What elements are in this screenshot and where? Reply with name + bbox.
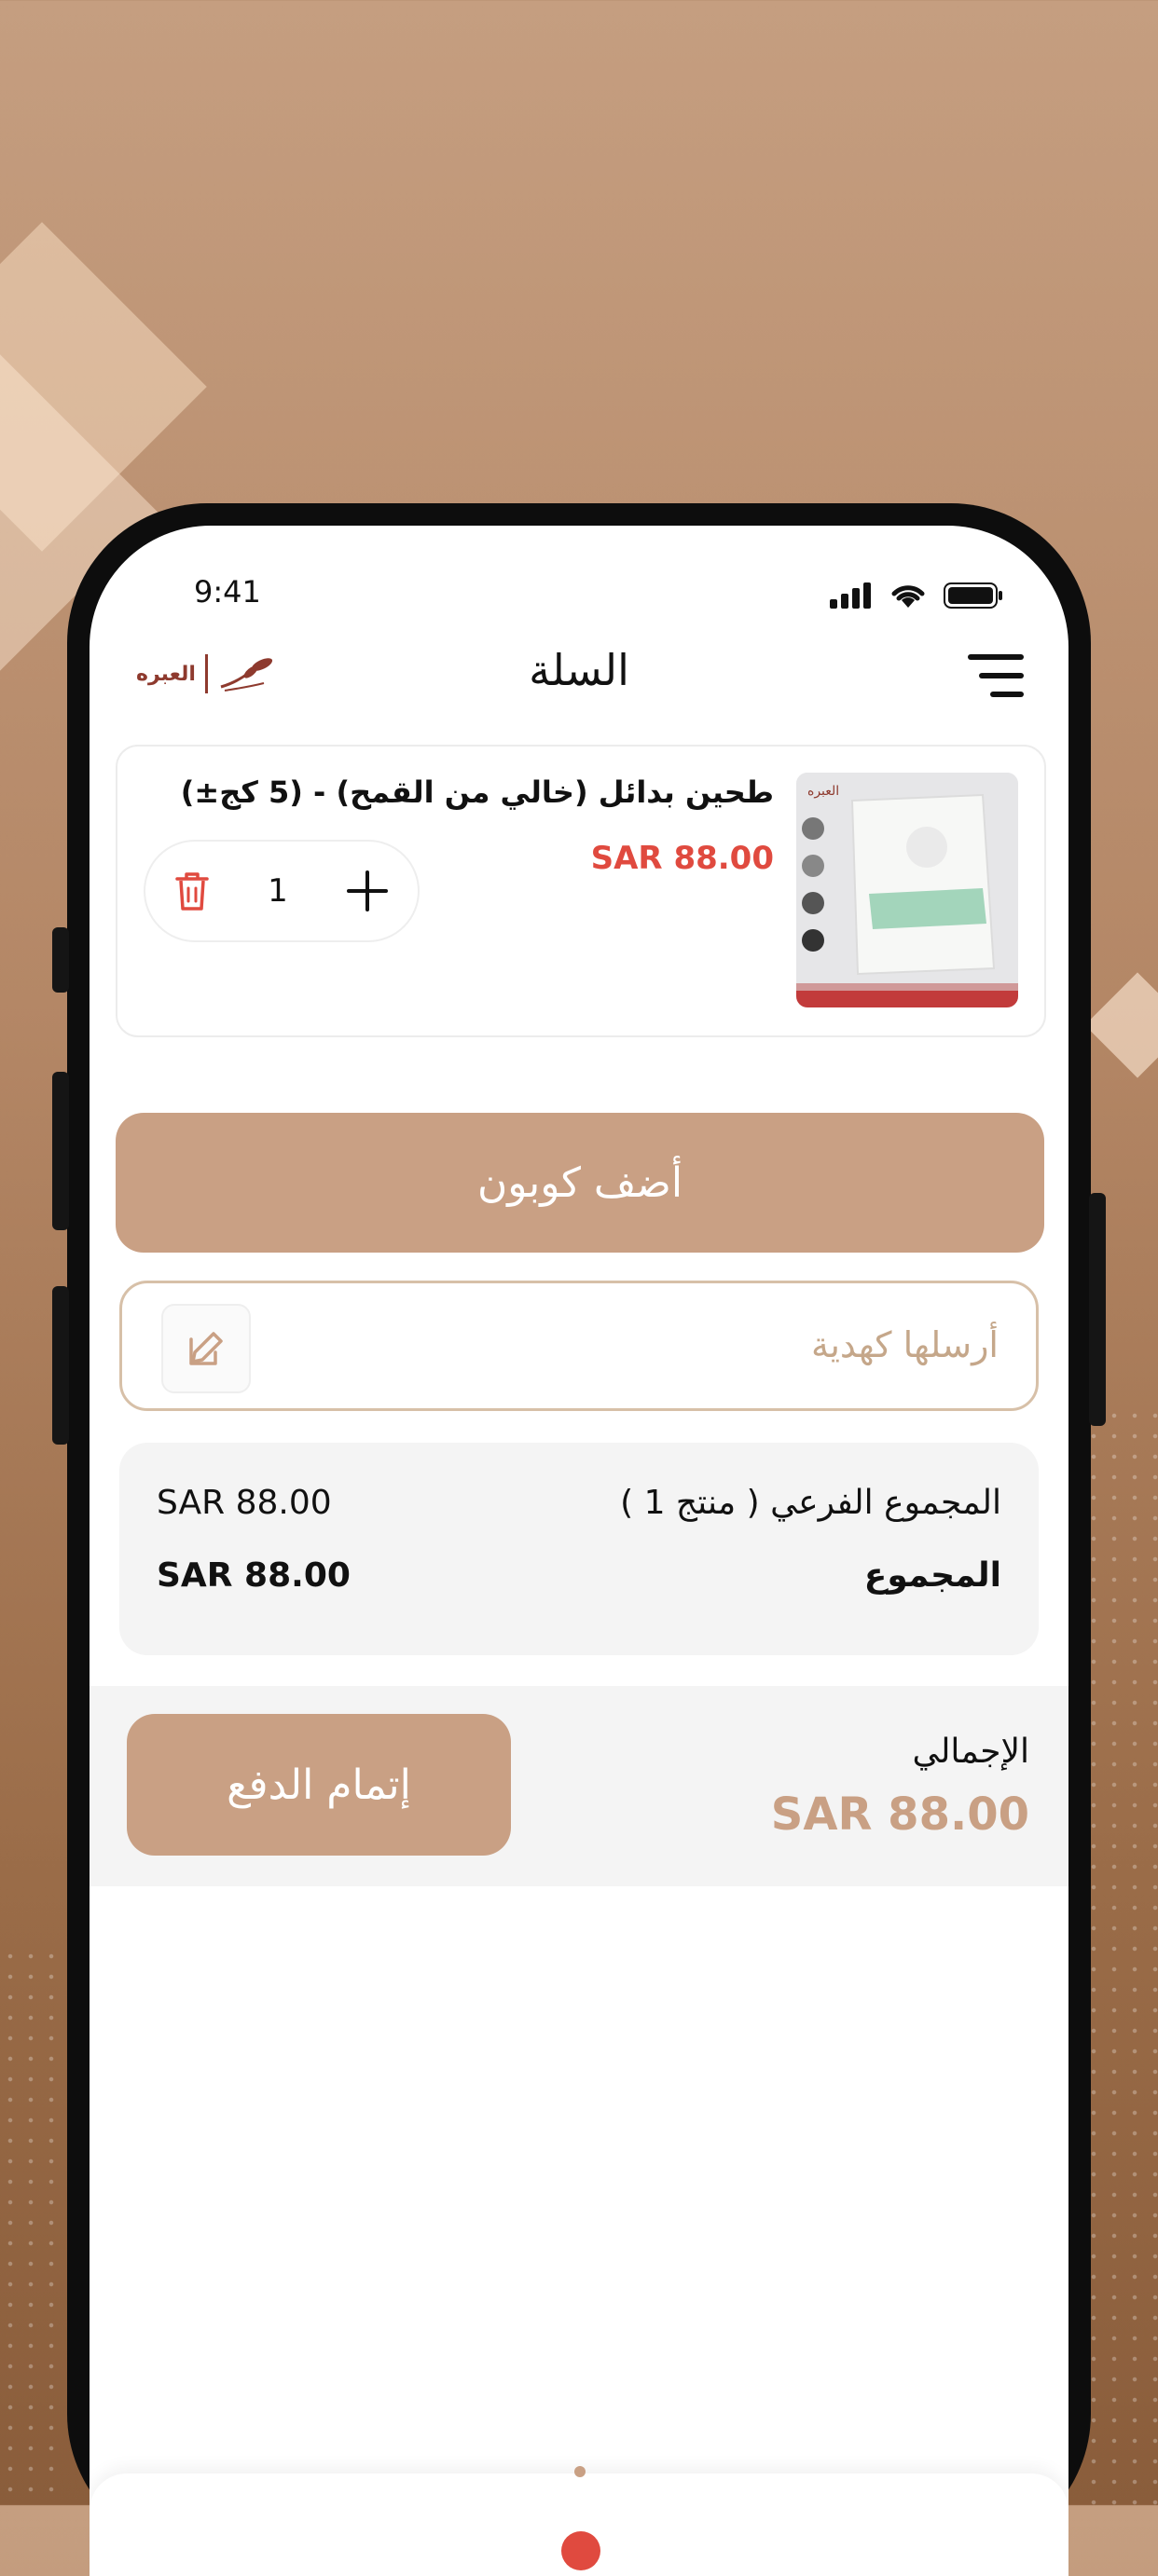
subtotal-value: SAR 88.00 <box>157 1484 332 1522</box>
checkout-button[interactable]: إتمام الدفع <box>127 1714 511 1856</box>
wifi-icon <box>891 585 925 608</box>
phone-frame: 9:41 العبره السلة العبره طحين بدائل (خال… <box>52 503 1106 2576</box>
background-dots <box>1083 1405 1158 2505</box>
svg-text:العبره: العبره <box>807 784 839 799</box>
bottom-tab-bar <box>90 2466 1068 2576</box>
trash-icon[interactable] <box>173 870 211 912</box>
flour-bag-image: العبره <box>796 773 1018 1007</box>
signal-icon <box>830 582 871 609</box>
edit-icon[interactable] <box>161 1304 251 1393</box>
background-dots <box>0 1946 65 2505</box>
product-price: SAR 88.00 <box>590 840 774 877</box>
grand-total-value: SAR 88.00 <box>770 1788 1029 1841</box>
product-name[interactable]: طحين بدائل (خالي من القمح) - (5 كج±) <box>181 774 774 810</box>
total-label: المجموع <box>863 1556 1001 1595</box>
phone-side-button <box>52 1286 69 1445</box>
add-coupon-button[interactable]: أضف كوبون <box>116 1113 1044 1253</box>
battery-icon <box>944 582 1002 609</box>
phone-side-button <box>1089 1193 1106 1426</box>
order-summary: SAR 88.00 المجموع الفرعي ( منتج 1 ) SAR … <box>119 1443 1039 1655</box>
status-time: 9:41 <box>194 574 261 610</box>
cart-item-card: العبره طحين بدائل (خالي من القمح) - (5 ك… <box>116 745 1046 1037</box>
grand-total-label: الإجمالي <box>912 1733 1029 1771</box>
page-title: السلة <box>529 645 629 695</box>
send-as-gift-field[interactable]: أرسلها كهدية <box>119 1281 1039 1411</box>
tab-indicator <box>574 2466 586 2477</box>
gift-field-label: أرسلها كهدية <box>810 1324 999 1365</box>
status-bar: 9:41 <box>90 574 1068 621</box>
app-screen: 9:41 العبره السلة العبره طحين بدائل (خال… <box>90 526 1068 2576</box>
subtotal-label: المجموع الفرعي ( منتج 1 ) <box>620 1484 1001 1522</box>
product-image[interactable]: العبره <box>796 773 1018 1007</box>
tab-icon[interactable] <box>561 2531 600 2570</box>
top-nav: العبره السلة <box>90 637 1068 712</box>
menu-icon[interactable] <box>968 654 1024 699</box>
subtotal-row: SAR 88.00 المجموع الفرعي ( منتج 1 ) <box>157 1484 1001 1522</box>
quantity-value: 1 <box>268 872 288 910</box>
quantity-stepper: 1 <box>144 840 420 942</box>
phone-side-button <box>52 927 69 993</box>
plus-icon[interactable] <box>345 869 390 913</box>
total-value: SAR 88.00 <box>157 1556 351 1595</box>
status-icons <box>830 582 1003 610</box>
total-row: SAR 88.00 المجموع <box>157 1556 1001 1595</box>
background-diamond <box>1084 972 1158 1078</box>
checkout-bar: إتمام الدفع الإجمالي SAR 88.00 <box>90 1686 1068 1886</box>
phone-side-button <box>52 1072 69 1230</box>
